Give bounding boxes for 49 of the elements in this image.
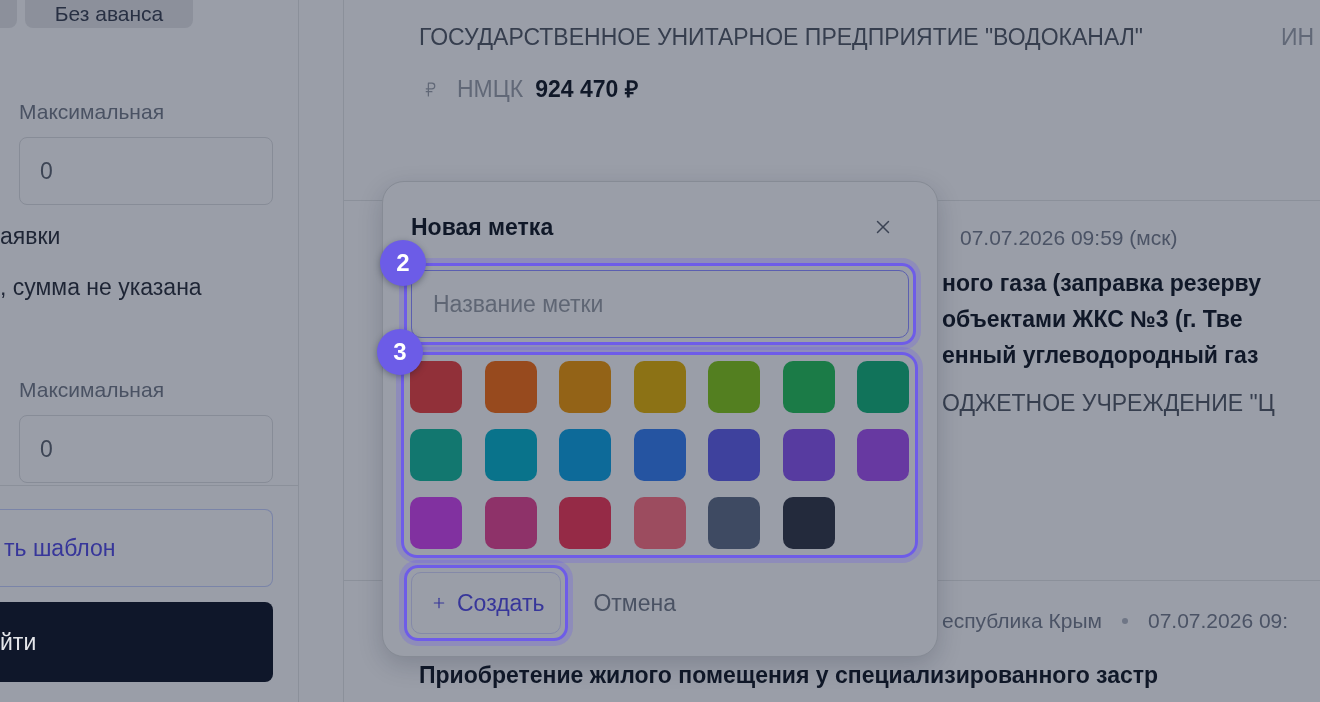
- tag-name-input[interactable]: Название метки: [411, 270, 909, 338]
- price-value: 924 470 ₽: [535, 75, 638, 103]
- cancel-button[interactable]: Отмена: [581, 572, 688, 634]
- publish-date: 07.07.2026 09:: [1147, 609, 1289, 633]
- number-input[interactable]: 0: [19, 415, 273, 483]
- field-label: Максимальная: [19, 378, 165, 402]
- field-label: Максимальная: [19, 100, 165, 124]
- color-swatch[interactable]: [559, 429, 611, 481]
- plus-icon: [431, 595, 447, 611]
- color-swatch[interactable]: [708, 429, 760, 481]
- color-swatch[interactable]: [633, 497, 686, 549]
- tender-title[interactable]: объектами ЖКС №3 (г. Тве: [942, 301, 1243, 337]
- option-label: аявки: [0, 222, 61, 250]
- filter-chip[interactable]: Без аванса: [25, 0, 193, 28]
- color-swatch[interactable]: [857, 429, 909, 481]
- color-swatch[interactable]: [484, 497, 537, 549]
- color-swatch[interactable]: [857, 361, 909, 413]
- customer-name: ГОСУДАРСТВЕННОЕ УНИТАРНОЕ ПРЕДПРИЯТИЕ "ВОДОКАНАЛ": [419, 23, 1144, 51]
- region-name: еспублика Крым: [942, 609, 1102, 633]
- color-swatch[interactable]: [633, 429, 686, 481]
- color-swatch[interactable]: [484, 429, 537, 481]
- color-swatch[interactable]: [782, 429, 835, 481]
- primary-button[interactable]: йти: [0, 602, 273, 682]
- color-swatch[interactable]: [410, 429, 462, 481]
- color-swatch[interactable]: [633, 361, 686, 413]
- secondary-button[interactable]: ть шаблон: [0, 509, 273, 587]
- number-input[interactable]: 0: [19, 137, 273, 205]
- customer-name: ОДЖЕТНОЕ УЧРЕЖДЕНИЕ "Ц: [942, 389, 1275, 417]
- popover-title: Новая метка: [411, 213, 554, 242]
- step-badge: 2: [380, 240, 426, 286]
- tender-title[interactable]: енный углеводородный газ: [942, 337, 1259, 373]
- publish-date: 07.07.2026 09:59 (мск): [960, 226, 1178, 250]
- create-button[interactable]: Создать: [411, 572, 562, 634]
- price-label: НМЦК: [457, 75, 524, 103]
- step-badge: 3: [377, 329, 423, 375]
- tender-title[interactable]: Приобретение жилого помещения у специализированного застр: [419, 657, 1159, 693]
- color-swatch[interactable]: [410, 361, 462, 413]
- tender-title[interactable]: ного газа (заправка резерву: [942, 265, 1261, 301]
- color-swatch[interactable]: [410, 497, 462, 549]
- dot-separator-icon: [1121, 618, 1128, 624]
- color-swatch[interactable]: [708, 361, 760, 413]
- color-swatch[interactable]: [559, 361, 611, 413]
- inn-label: ИН: [1281, 23, 1315, 51]
- option-label: , сумма не указана: [0, 273, 202, 301]
- color-swatch[interactable]: [484, 361, 537, 413]
- color-swatch[interactable]: [782, 361, 835, 413]
- color-swatch[interactable]: [559, 497, 611, 549]
- color-swatch[interactable]: [708, 497, 760, 549]
- color-swatch[interactable]: [782, 497, 835, 549]
